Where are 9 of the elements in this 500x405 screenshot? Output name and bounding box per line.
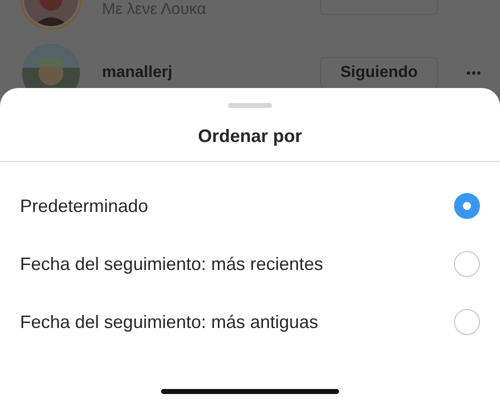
sort-option[interactable]: Predeterminado [20, 196, 148, 216]
drag-handle[interactable] [228, 103, 272, 108]
username: manallerj [102, 64, 174, 82]
sort-option[interactable]: Fecha del seguimiento: más antiguas [20, 312, 318, 332]
radio-button[interactable] [454, 251, 480, 277]
sheet-title: Ordenar por [0, 108, 500, 162]
radio-button[interactable] [454, 309, 480, 335]
sort-option[interactable]: Fecha del seguimiento: más recientes [20, 254, 324, 274]
radio-button[interactable] [454, 193, 480, 219]
